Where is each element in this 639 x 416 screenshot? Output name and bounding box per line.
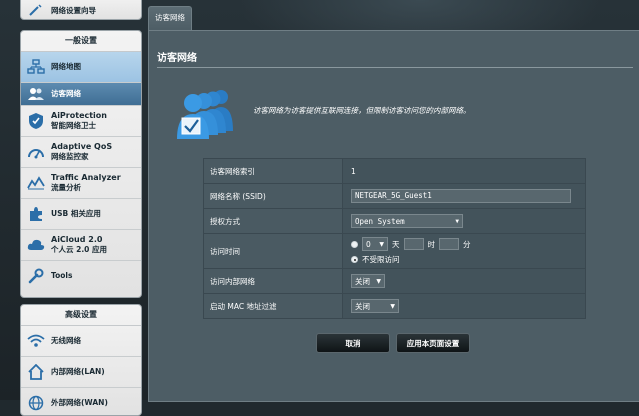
sidebar-item-label: Tools: [51, 271, 73, 280]
puzzle-icon: [21, 199, 51, 229]
sidebar-item-label: AiProtection: [51, 111, 107, 120]
sidebar-item-label: Adaptive QoS: [51, 142, 113, 151]
hour-unit: 时: [427, 239, 436, 249]
sidebar-item-label: 访客网络: [51, 89, 81, 98]
sidebar-item-label: AiCloud 2.0: [51, 235, 103, 244]
sidebar-item-sublabel: 流量分析: [51, 183, 81, 192]
advanced-settings-header: 高级设置: [21, 305, 141, 326]
sidebar-item-adaptive-qos[interactable]: Adaptive QoS 网络监控家: [21, 137, 141, 168]
sidebar-item-wan[interactable]: 外部网络(WAN): [21, 388, 141, 415]
select-value: 0: [366, 239, 371, 249]
day-select[interactable]: 0 ▼: [362, 237, 388, 251]
form-row-intranet: 访问内部网络 关闭 ▼: [203, 269, 586, 294]
network-map-icon: [21, 52, 51, 82]
limited-time-radio[interactable]: [351, 240, 358, 248]
chart-line-icon: [21, 168, 51, 198]
sidebar-item-wireless[interactable]: 无线网络: [21, 326, 141, 357]
sidebar-item-tools[interactable]: Tools: [21, 261, 141, 291]
field-label: 访问内部网络: [204, 269, 343, 293]
day-unit: 天: [392, 239, 400, 249]
unlimited-access-label: 不受限访问: [362, 255, 400, 264]
sidebar-item-sublabel: 网络监控家: [51, 152, 89, 161]
unlimited-access-radio[interactable]: [351, 256, 358, 263]
auth-method-select[interactable]: Open System ▼: [351, 214, 463, 228]
guest-network-form: 访客网络索引 1 网络名称 (SSID) NETGEAR_5G_Guest1 授…: [203, 158, 586, 319]
hour-input[interactable]: [403, 238, 424, 250]
sidebar-item-label: 无线网络: [51, 336, 81, 345]
sidebar-item-aicloud[interactable]: AiCloud 2.0 个人云 2.0 应用: [21, 230, 141, 261]
sidebar-item-label: USB 相关应用: [51, 209, 101, 218]
sidebar-item-label: 内部网络(LAN): [51, 367, 105, 376]
sidebar-item-sublabel: 个人云 2.0 应用: [51, 245, 108, 254]
sidebar: 网络设置向导 一般设置 网络地图 访客网络 AiProtection 智能网络卫…: [20, 0, 142, 416]
ssid-input[interactable]: NETGEAR_5G_Guest1: [351, 189, 571, 203]
guest-users-icon: [169, 81, 249, 145]
field-label: 启动 MAC 地址过滤: [204, 294, 343, 318]
field-label: 访问时间: [204, 234, 343, 268]
chevron-down-icon: ▼: [376, 277, 381, 285]
chevron-down-icon: ▼: [390, 302, 395, 310]
field-label: 网络名称 (SSID): [204, 184, 343, 208]
sidebar-item-usb-apps[interactable]: USB 相关应用: [21, 199, 141, 230]
form-row-auth: 授权方式 Open System ▼: [203, 209, 586, 234]
chevron-down-icon: ▼: [379, 240, 384, 248]
field-label: 授权方式: [204, 209, 343, 233]
gauge-icon: [21, 137, 51, 167]
apply-button[interactable]: 应用本页面设置: [396, 333, 470, 353]
home-icon: [21, 357, 51, 387]
wifi-icon: [21, 326, 51, 356]
sidebar-item-label: 网络地图: [51, 62, 81, 71]
sidebar-item-traffic-analyzer[interactable]: Traffic Analyzer 流量分析: [21, 168, 141, 199]
mac-filter-select[interactable]: 关闭 ▼: [351, 299, 399, 313]
wrench-icon: [21, 261, 51, 291]
general-settings-box: 一般设置 网络地图 访客网络 AiProtection 智能网络卫士 Adapt…: [20, 30, 142, 298]
sidebar-item-guest-network[interactable]: 访客网络: [21, 83, 141, 106]
shield-icon: [21, 106, 51, 136]
form-row-access-time: 访问时间 0 ▼ 天 时 分 不受限访问: [203, 234, 586, 269]
general-settings-header: 一般设置: [21, 31, 141, 52]
wizard-icon: [21, 4, 51, 16]
select-value: Open System: [355, 216, 405, 226]
guest-network-icon: [21, 83, 51, 105]
sidebar-item-quick-setup[interactable]: 网络设置向导: [21, 0, 141, 19]
page-title: 访客网络: [157, 53, 197, 64]
title-divider: [157, 67, 633, 68]
main-panel: 访客网络 访客网络为访客提供互联网连接，但限制访客访问您的内部网络。 访客网络索…: [148, 30, 639, 402]
form-row-ssid: 网络名称 (SSID) NETGEAR_5G_Guest1: [203, 184, 586, 209]
minute-unit: 分: [463, 239, 471, 249]
advanced-settings-box: 高级设置 无线网络 内部网络(LAN) 外部网络(WAN): [20, 304, 142, 416]
index-value: 1: [343, 159, 585, 183]
minute-input[interactable]: [439, 238, 459, 250]
sidebar-item-sublabel: 智能网络卫士: [51, 121, 96, 130]
select-value: 关闭: [355, 276, 370, 286]
sidebar-item-network-map[interactable]: 网络地图: [21, 52, 141, 83]
page-description: 访客网络为访客提供互联网连接，但限制访客访问您的内部网络。: [253, 106, 471, 115]
sidebar-item-label: 网络设置向导: [51, 5, 96, 15]
intranet-access-select[interactable]: 关闭 ▼: [351, 274, 385, 288]
field-label: 访客网络索引: [204, 159, 343, 183]
sidebar-item-aiprotection[interactable]: AiProtection 智能网络卫士: [21, 106, 141, 137]
select-value: 关闭: [355, 301, 370, 311]
form-row-mac-filter: 启动 MAC 地址过滤 关闭 ▼: [203, 294, 586, 319]
sidebar-item-label: Traffic Analyzer: [51, 173, 121, 182]
globe-icon: [21, 388, 51, 415]
form-row-index: 访客网络索引 1: [203, 158, 586, 184]
tab-guest-network[interactable]: 访客网络: [148, 6, 192, 31]
quick-setup-box: 网络设置向导: [20, 0, 142, 20]
cloud-icon: [21, 230, 51, 260]
chevron-down-icon: ▼: [455, 217, 459, 225]
sidebar-item-lan[interactable]: 内部网络(LAN): [21, 357, 141, 388]
cancel-button[interactable]: 取消: [316, 333, 390, 353]
